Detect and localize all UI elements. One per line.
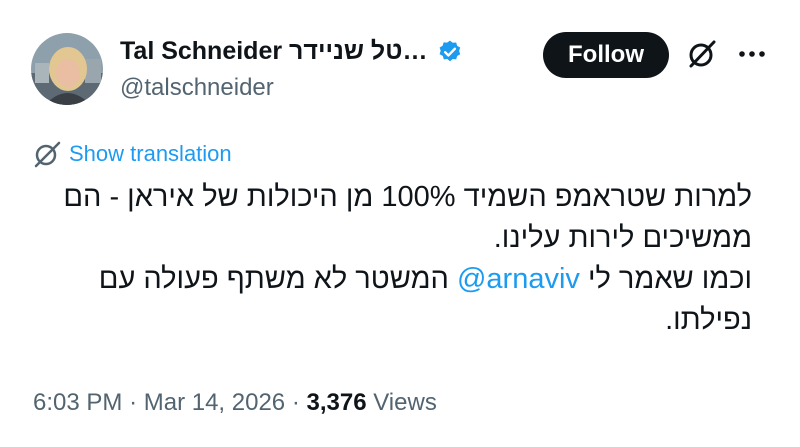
views-label[interactable]: Views [373, 389, 437, 416]
grok-icon[interactable] [686, 38, 718, 70]
more-dots-icon[interactable] [737, 44, 767, 64]
show-translation-link[interactable]: Show translation [33, 140, 232, 168]
avatar[interactable] [31, 33, 103, 105]
tweet-text: למרות שטראמפ השמיד 100% מן היכולות של אי… [30, 177, 752, 341]
mention-link[interactable]: @arnaviv [457, 263, 580, 295]
author-handle[interactable]: @talschneider [120, 74, 274, 102]
tweet-paragraph-1: למרות שטראמפ השמיד 100% מן היכולות של אי… [63, 181, 752, 254]
author-name-row[interactable]: Tal Schneider טל שניידר… [120, 37, 463, 66]
views-count[interactable]: 3,376 [307, 389, 367, 416]
tweet-meta: 6:03 PM · Mar 14, 2026 · 3,376 Views [33, 389, 437, 417]
tweet-text-segment: וכמו שאמר לי [579, 263, 752, 295]
verified-badge-icon [440, 40, 461, 61]
follow-button[interactable]: Follow [543, 32, 669, 78]
meta-separator: · [291, 389, 300, 416]
tweet-date[interactable]: Mar 14, 2026 [144, 389, 285, 416]
translate-icon [34, 141, 61, 168]
show-translation-label[interactable]: Show translation [69, 141, 232, 167]
tweet-card: Tal Schneider טל שניידר… @talschneider F… [0, 0, 800, 447]
meta-separator: · [129, 389, 138, 416]
tweet-time[interactable]: 6:03 PM [33, 389, 122, 416]
tweet-paragraph-2: וכמו שאמר לי @arnaviv המשטר לא משתף פעול… [30, 259, 752, 341]
author-display-name[interactable]: Tal Schneider טל שניידר… [120, 37, 427, 66]
